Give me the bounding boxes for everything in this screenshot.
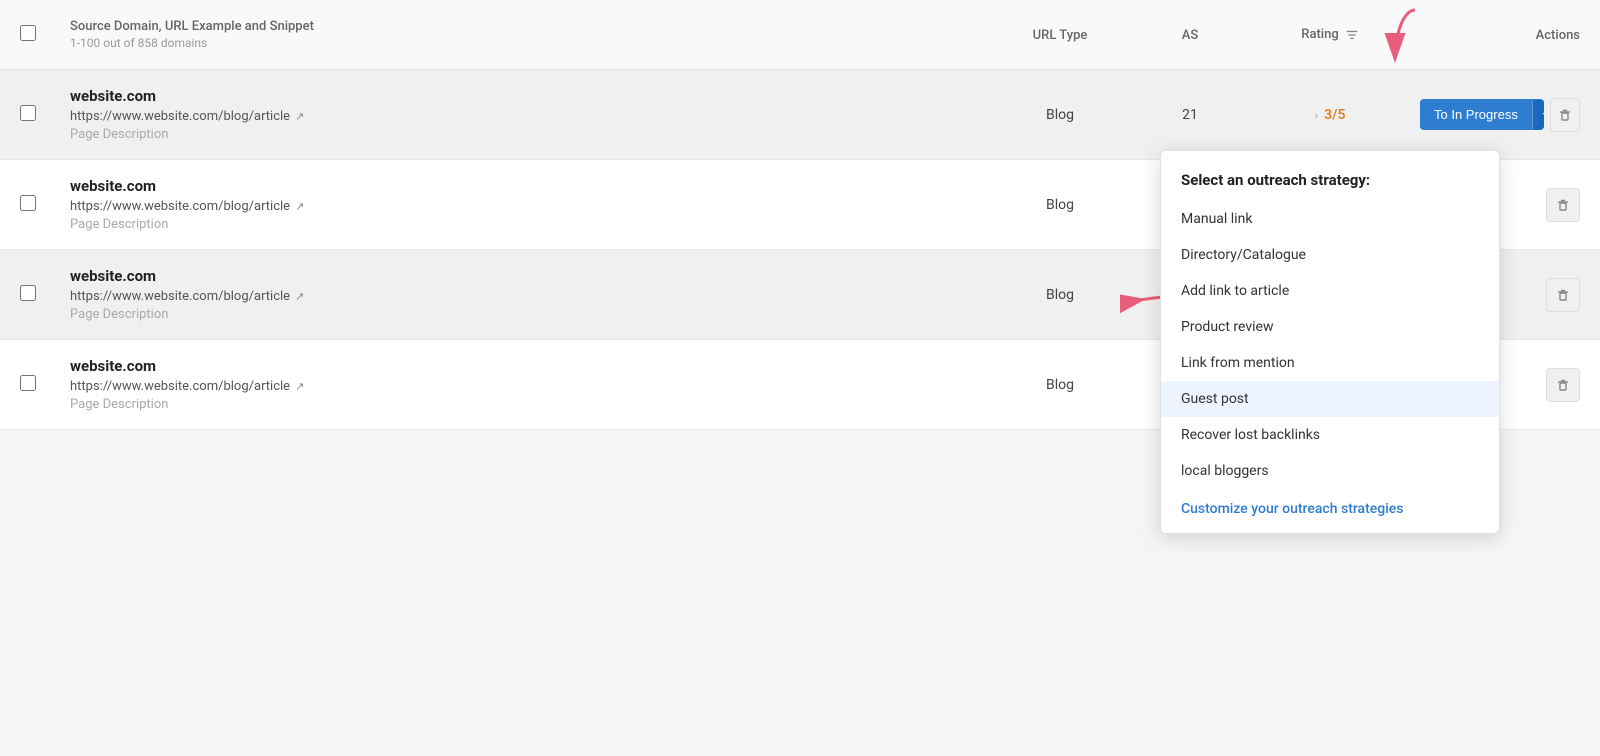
row1-urltype: Blog [980,107,1140,123]
dropdown-item-product-review[interactable]: Product review [1161,309,1499,345]
row2-source: website.com https://www.website.com/blog… [70,177,980,232]
row2-url: https://www.website.com/blog/article ↗ [70,199,980,214]
to-in-progress-button[interactable]: To In Progress ▾ [1420,99,1544,130]
row4-source: website.com https://www.website.com/blog… [70,357,980,412]
row2-description: Page Description [70,217,980,232]
external-link-icon[interactable]: ↗ [295,380,304,393]
header-urltype-label: URL Type [1033,28,1088,43]
trash-icon [1555,377,1571,393]
header-rating-col: Rating [1240,27,1420,42]
rating-chevron-icon: › [1315,108,1319,122]
dropdown-item-add-link[interactable]: Add link to article [1161,273,1499,309]
dropdown-item-guest-post[interactable]: Guest post [1161,381,1499,417]
row3-delete-button[interactable] [1546,278,1580,312]
trash-icon [1555,287,1571,303]
trash-icon [1555,197,1571,213]
row1-as: 21 [1140,107,1240,123]
row3-url: https://www.website.com/blog/article ↗ [70,289,980,304]
outreach-dropdown: Select an outreach strategy: Manual link… [1160,150,1500,534]
row4-url: https://www.website.com/blog/article ↗ [70,379,980,394]
select-all-checkbox[interactable] [20,25,36,41]
in-progress-chevron-icon: ▾ [1532,100,1544,130]
header-urltype-col: URL Type [980,27,1140,43]
external-link-icon[interactable]: ↗ [295,110,304,123]
header-rating-label: Rating [1301,27,1338,42]
external-link-icon[interactable]: ↗ [295,290,304,303]
header-source-col: Source Domain, URL Example and Snippet 1… [70,19,980,50]
row2-delete-button[interactable] [1546,188,1580,222]
rating-filter-icon[interactable] [1345,28,1359,42]
header-checkbox-col [20,25,70,45]
row2-checkbox-col [20,195,70,215]
row1-description: Page Description [70,127,980,142]
table-container: Source Domain, URL Example and Snippet 1… [0,0,1600,430]
header-as-col: AS [1140,27,1240,43]
row1-rating-value: 3/5 [1324,107,1345,123]
row3-domain: website.com [70,267,980,285]
row2-urltype: Blog [980,197,1140,213]
dropdown-item-link-mention[interactable]: Link from mention [1161,345,1499,381]
row4-urltype: Blog [980,377,1140,393]
row1-checkbox-col [20,105,70,125]
row2-checkbox[interactable] [20,195,36,211]
row4-delete-button[interactable] [1546,368,1580,402]
row1-rating: › 3/5 [1240,107,1420,123]
row2-domain: website.com [70,177,980,195]
row3-source: website.com https://www.website.com/blog… [70,267,980,322]
header-actions-label: Actions [1536,28,1580,43]
dropdown-item-directory[interactable]: Directory/Catalogue [1161,237,1499,273]
row4-description: Page Description [70,397,980,412]
header-source-label: Source Domain, URL Example and Snippet [70,19,980,34]
dropdown-item-recover-backlinks[interactable]: Recover lost backlinks [1161,417,1499,453]
dropdown-customize-link[interactable]: Customize your outreach strategies [1161,489,1499,521]
row3-urltype: Blog [980,287,1140,303]
table-row: website.com https://www.website.com/blog… [0,70,1600,160]
dropdown-item-local-bloggers[interactable]: local bloggers [1161,453,1499,489]
dropdown-title: Select an outreach strategy: [1161,163,1499,201]
row3-checkbox-col [20,285,70,305]
row1-actions: To In Progress ▾ [1420,98,1580,132]
row4-checkbox[interactable] [20,375,36,391]
row3-checkbox[interactable] [20,285,36,301]
dropdown-item-manual-link[interactable]: Manual link [1161,201,1499,237]
row1-checkbox[interactable] [20,105,36,121]
row1-domain: website.com [70,87,980,105]
row4-domain: website.com [70,357,980,375]
row1-delete-button[interactable] [1550,98,1580,132]
header-as-label: AS [1182,28,1199,43]
row4-checkbox-col [20,375,70,395]
row3-description: Page Description [70,307,980,322]
table-header: Source Domain, URL Example and Snippet 1… [0,0,1600,70]
trash-icon [1557,107,1573,123]
row1-url: https://www.website.com/blog/article ↗ [70,109,980,124]
header-source-subtitle: 1-100 out of 858 domains [70,36,980,50]
in-progress-label: To In Progress [1420,99,1532,130]
external-link-icon[interactable]: ↗ [295,200,304,213]
row1-source: website.com https://www.website.com/blog… [70,87,980,142]
header-actions-col: Actions [1420,27,1580,43]
